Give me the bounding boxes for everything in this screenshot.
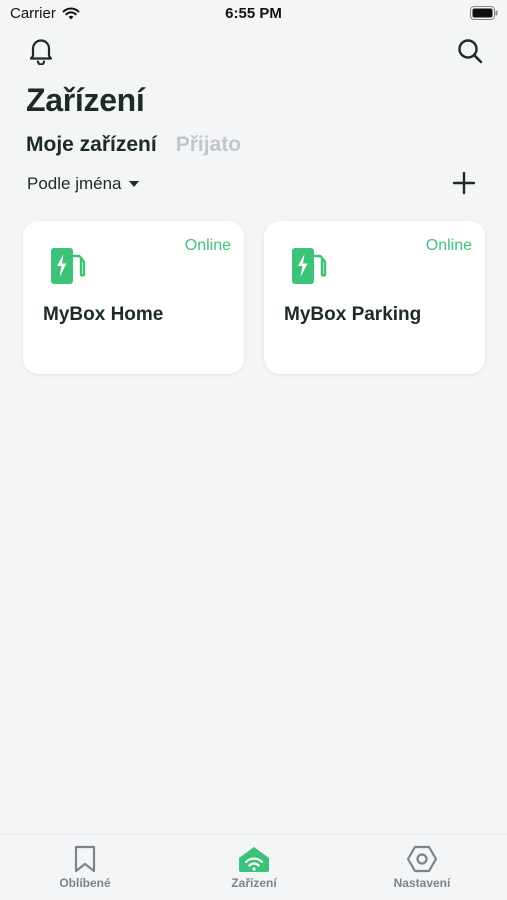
device-status: Online <box>425 237 472 254</box>
status-time: 6:55 PM <box>225 5 282 22</box>
plus-icon[interactable] <box>452 171 476 195</box>
device-card-mybox-parking[interactable]: Online MyBox Parking <box>264 221 485 374</box>
sort-dropdown[interactable]: Podle jména <box>27 174 139 194</box>
device-list: Online MyBox Home Online MyBox Parking <box>23 221 485 374</box>
settings-hexagon-icon <box>406 845 438 873</box>
device-name: MyBox Parking <box>284 304 422 325</box>
sort-label: Podle jména <box>27 174 122 193</box>
tab-received[interactable]: Přijato <box>176 133 241 157</box>
tab-my-devices[interactable]: Moje zařízení <box>26 133 157 157</box>
device-status: Online <box>184 237 231 254</box>
status-bar: Carrier 6:55 PM <box>0 0 507 30</box>
ev-charger-icon <box>292 248 327 284</box>
caret-down-icon <box>128 181 139 187</box>
nav-label: Zařízení <box>231 876 277 890</box>
page-title: Zařízení <box>26 82 145 118</box>
nav-item-devices[interactable]: Zařízení <box>199 845 309 890</box>
nav-label: Oblíbené <box>59 876 111 890</box>
bottom-nav: Oblíbené Zařízení Nastavení <box>0 834 507 900</box>
nav-label: Nastavení <box>393 876 451 890</box>
devices-screen: Carrier 6:55 PM Zařízení Moje zařízení P… <box>0 0 507 900</box>
tab-bar: Moje zařízení Přijato <box>26 133 260 157</box>
search-icon[interactable] <box>456 37 484 65</box>
battery-icon <box>470 6 498 20</box>
device-card-mybox-home[interactable]: Online MyBox Home <box>23 221 244 374</box>
devices-icon <box>239 847 269 872</box>
ev-charger-icon <box>51 248 86 284</box>
nav-item-settings[interactable]: Nastavení <box>367 845 477 890</box>
bell-icon[interactable] <box>28 37 54 65</box>
device-name: MyBox Home <box>43 304 164 325</box>
nav-item-favorites[interactable]: Oblíbené <box>30 845 140 890</box>
bookmark-icon <box>74 845 96 873</box>
